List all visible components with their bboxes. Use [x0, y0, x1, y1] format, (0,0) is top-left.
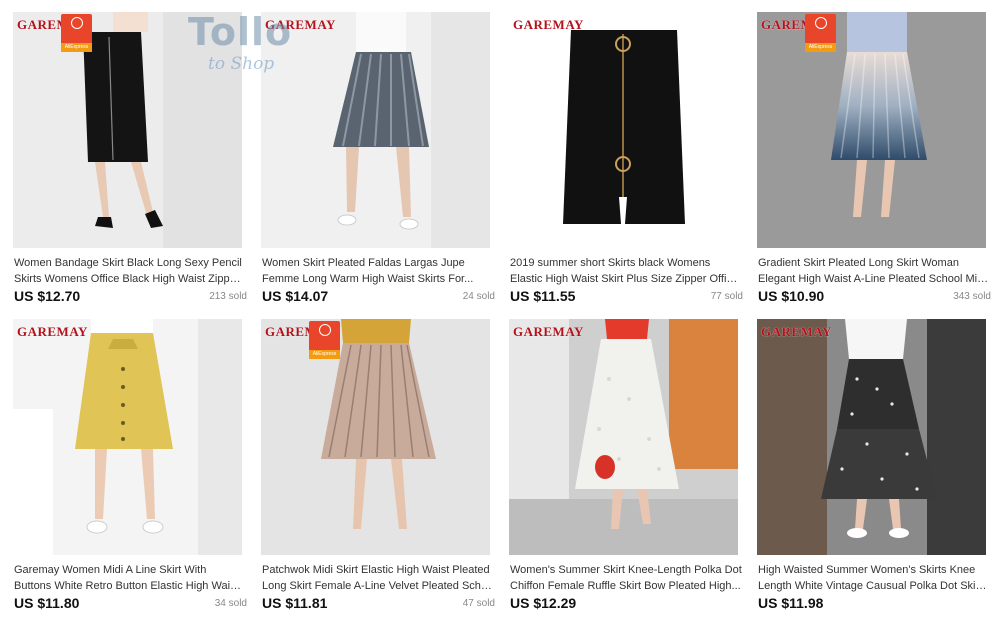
brand-logo: GAREMAY [17, 324, 88, 339]
product-title[interactable]: Patchwok Midi Skirt Elastic High Waist P… [262, 562, 494, 594]
title-line: Garemay Women Midi A Line Skirt With [14, 564, 207, 576]
brand-logo: GAREMAY [761, 324, 832, 339]
title-line: Skirts Womens Office Black High Waist Zi… [14, 273, 246, 285]
product-price: US $11.98 [758, 595, 824, 611]
product-grid: GAREMAY AliExpress Women Bandage Skirt B… [8, 8, 992, 615]
title-line: High Waisted Summer Women's Skirts Knee [758, 564, 976, 576]
title-line: 2019 summer short Skirts black Womens [510, 257, 711, 269]
title-line: Femme Long Warm High Waist Skirts For... [262, 273, 474, 285]
title-line: Elastic High Waist Skirt Plus Size Zippe… [510, 273, 742, 285]
brand-logo: GAREMAY [513, 17, 584, 32]
badge-strip: AliExpress [309, 350, 340, 359]
sold-count: 34 sold [214, 598, 247, 609]
gradient-pleated-skirt-photo [757, 12, 986, 248]
product-title[interactable]: High Waisted Summer Women's Skirts Knee … [758, 562, 990, 594]
title-line: Gradient Skirt Pleated Long Skirt Woman [758, 257, 959, 269]
product-price: US $12.29 [510, 595, 577, 611]
title-line: Chiffon Female Ruffle Skirt Bow Pleated … [510, 580, 741, 592]
product-card[interactable]: GAREMAY High Waisted Summer Women's Skir… [752, 315, 992, 615]
product-price: US $11.81 [262, 595, 328, 611]
store-badge: AliExpress [61, 14, 92, 52]
sold-count: 24 sold [462, 291, 495, 302]
badge-strip: AliExpress [61, 43, 92, 52]
product-image[interactable]: GAREMAY [509, 319, 738, 555]
white-ruffle-skirt-photo [509, 319, 738, 555]
title-line: Buttons White Retro Button Elastic High … [14, 580, 246, 592]
title-line: Patchwok Midi Skirt Elastic High Waist P… [262, 564, 490, 576]
badge-icon [318, 324, 331, 336]
store-badge: AliExpress [805, 14, 836, 52]
watermark-sub: to Shop [208, 54, 275, 74]
product-title[interactable]: Gradient Skirt Pleated Long Skirt Woman … [758, 255, 990, 287]
title-line: Women's Summer Skirt Knee-Length Polka D… [510, 564, 742, 576]
sold-count: 343 sold [953, 291, 991, 302]
product-price: US $11.55 [510, 288, 576, 304]
product-price: US $12.70 [14, 288, 81, 304]
sold-count: 213 sold [209, 291, 247, 302]
product-image[interactable]: GAREMAY AliExpress [261, 319, 490, 555]
floral-tiered-skirt-photo [757, 319, 986, 555]
product-image[interactable]: GAREMAY AliExpress [757, 12, 986, 248]
badge-icon [70, 17, 83, 29]
product-title[interactable]: Women Skirt Pleated Faldas Largas Jupe F… [262, 255, 494, 287]
product-card[interactable]: GAREMAY Women's Summer Skirt Knee-Length… [504, 315, 744, 615]
product-card[interactable]: GAREMAY Garemay Women Midi A Line Skirt … [8, 315, 248, 615]
title-line: Women Skirt Pleated Faldas Largas Jupe [262, 257, 465, 269]
sold-count: 47 sold [462, 598, 495, 609]
title-line: Length White Vintage Causual Polka Dot S… [758, 580, 990, 592]
product-image[interactable]: GAREMAY [13, 319, 242, 555]
brand-logo: GAREMAY [513, 324, 584, 339]
store-badge: AliExpress [309, 321, 340, 359]
title-line: Elegant High Waist A-Line Pleated School… [758, 273, 990, 285]
product-price: US $10.90 [758, 288, 825, 304]
product-card[interactable]: GAREMAY AliExpress Gradient Skirt Pleate… [752, 8, 992, 308]
product-title[interactable]: Garemay Women Midi A Line Skirt With But… [14, 562, 246, 594]
title-line: Long Skirt Female A-Line Velvet Pleated … [262, 580, 494, 592]
title-line: Women Bandage Skirt Black Long Sexy Penc… [14, 257, 242, 269]
badge-icon [814, 17, 827, 29]
watermark-logo: Tollo to Shop [188, 10, 308, 82]
watermark-main: Tollo [188, 10, 293, 54]
champagne-pleated-skirt-photo [261, 319, 490, 555]
product-title[interactable]: Women Bandage Skirt Black Long Sexy Penc… [14, 255, 246, 287]
product-card[interactable]: GAREMAY AliExpress Patchwok Midi Skirt E… [256, 315, 496, 615]
product-price: US $11.80 [14, 595, 80, 611]
badge-strip: AliExpress [805, 43, 836, 52]
product-image[interactable]: GAREMAY [509, 12, 738, 248]
yellow-button-skirt-photo [13, 319, 242, 555]
sold-count: 77 sold [710, 291, 743, 302]
product-card[interactable]: GAREMAY 2019 summer short Skirts black W… [504, 8, 744, 308]
product-price: US $14.07 [262, 288, 329, 304]
black-zipper-skirt-photo [509, 12, 738, 248]
product-title[interactable]: Women's Summer Skirt Knee-Length Polka D… [510, 562, 742, 594]
product-image[interactable]: GAREMAY [757, 319, 986, 555]
product-title[interactable]: 2019 summer short Skirts black Womens El… [510, 255, 742, 287]
